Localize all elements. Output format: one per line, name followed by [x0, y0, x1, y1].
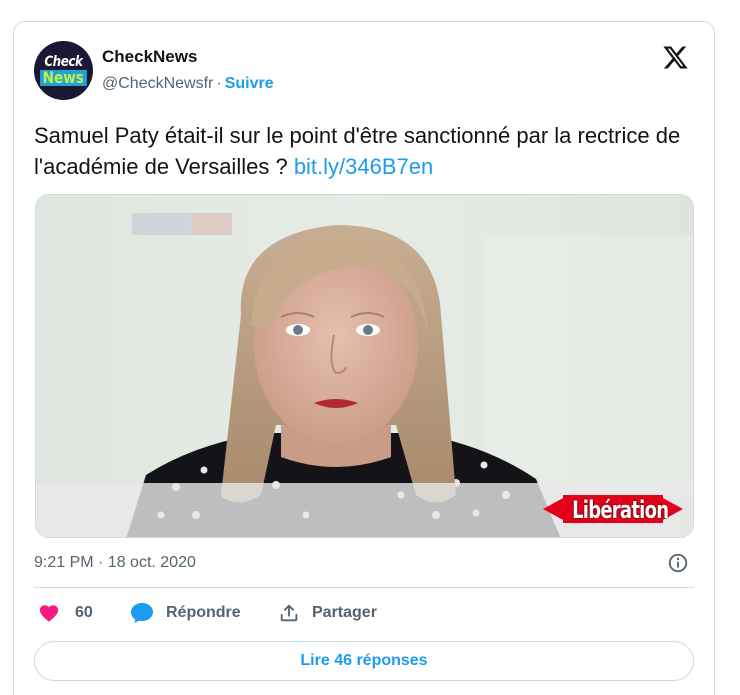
x-logo-icon[interactable]	[662, 44, 689, 71]
author-name[interactable]: CheckNews	[102, 47, 197, 67]
heart-icon	[39, 605, 59, 622]
speech-bubble-icon	[131, 603, 153, 623]
tweet-text: Samuel Paty était-il sur le point d'être…	[34, 120, 694, 182]
info-icon[interactable]	[667, 552, 689, 574]
divider	[34, 587, 694, 588]
meta-separator: ·	[216, 75, 222, 92]
tweet-media-image[interactable]: Libération	[35, 194, 694, 538]
read-replies-button[interactable]: Lire 46 réponses	[34, 641, 694, 681]
share-label: Partager	[312, 604, 377, 621]
like-count: 60	[75, 604, 93, 621]
reply-label: Répondre	[166, 604, 241, 621]
tweet-actions: 60 Répondre Partager	[34, 602, 694, 626]
like-button[interactable]: 60	[38, 602, 93, 624]
tweet-link[interactable]: bit.ly/346B7en	[294, 154, 433, 179]
avatar[interactable]: Check News	[34, 41, 93, 100]
author-meta: @CheckNewsfr · Suivre	[102, 75, 274, 93]
follow-button[interactable]: Suivre	[225, 75, 274, 92]
tweet-card: Check News CheckNews @CheckNewsfr · Suivre…	[13, 21, 715, 695]
author-handle[interactable]: @CheckNewsfr	[102, 75, 213, 92]
reply-button[interactable]: Répondre	[130, 602, 241, 624]
share-upload-icon	[280, 604, 298, 622]
tweet-timestamp[interactable]: 9:21 PM · 18 oct. 2020	[34, 554, 196, 572]
liberation-logo-text: Libération	[571, 496, 669, 524]
share-button[interactable]: Partager	[278, 602, 377, 624]
avatar-text-check: Check	[44, 54, 83, 70]
avatar-text-news: News	[40, 70, 87, 86]
